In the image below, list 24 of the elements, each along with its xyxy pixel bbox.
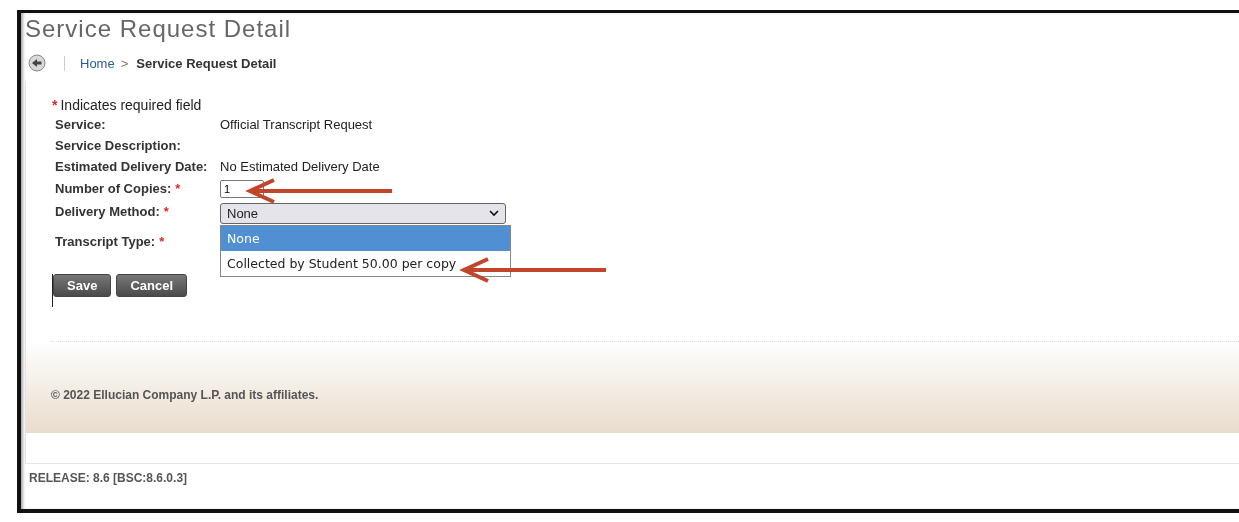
cancel-button[interactable]: Cancel [116,274,187,297]
field-label: Transcript Type: [55,233,156,251]
delivery-method-select[interactable]: None [220,203,506,224]
required-note: Indicates required field [60,97,202,113]
home-link[interactable]: Home [80,55,115,71]
field-value: No Estimated Delivery Date [220,159,380,174]
field-label: Number of Copies: [55,180,172,198]
required-mark: * [163,203,169,221]
field-label: Estimated Delivery Date: [55,158,208,176]
current-page: Service Request Detail [136,55,277,71]
field-value: Official Transcript Request [220,117,373,132]
save-button[interactable]: Save [53,274,112,297]
copyright-text: © 2022 Ellucian Company L.P. and its affiliates. [51,388,320,402]
chevron-down-icon [489,210,499,217]
breadcrumb-separator: > [120,55,129,71]
required-mark: * [52,97,58,113]
field-label: Service: [55,116,106,134]
field-label: Service Description: [55,137,181,155]
page-title: Service Request Detail [25,14,293,44]
required-mark: * [159,233,165,251]
release-info: RELEASE: 8.6 [BSC:8.6.0.3] [28,470,189,485]
field-label: Delivery Method: [55,203,160,221]
required-mark: * [175,180,181,198]
dropdown-option[interactable]: Collected by Student 50.00 per copy [221,251,510,276]
